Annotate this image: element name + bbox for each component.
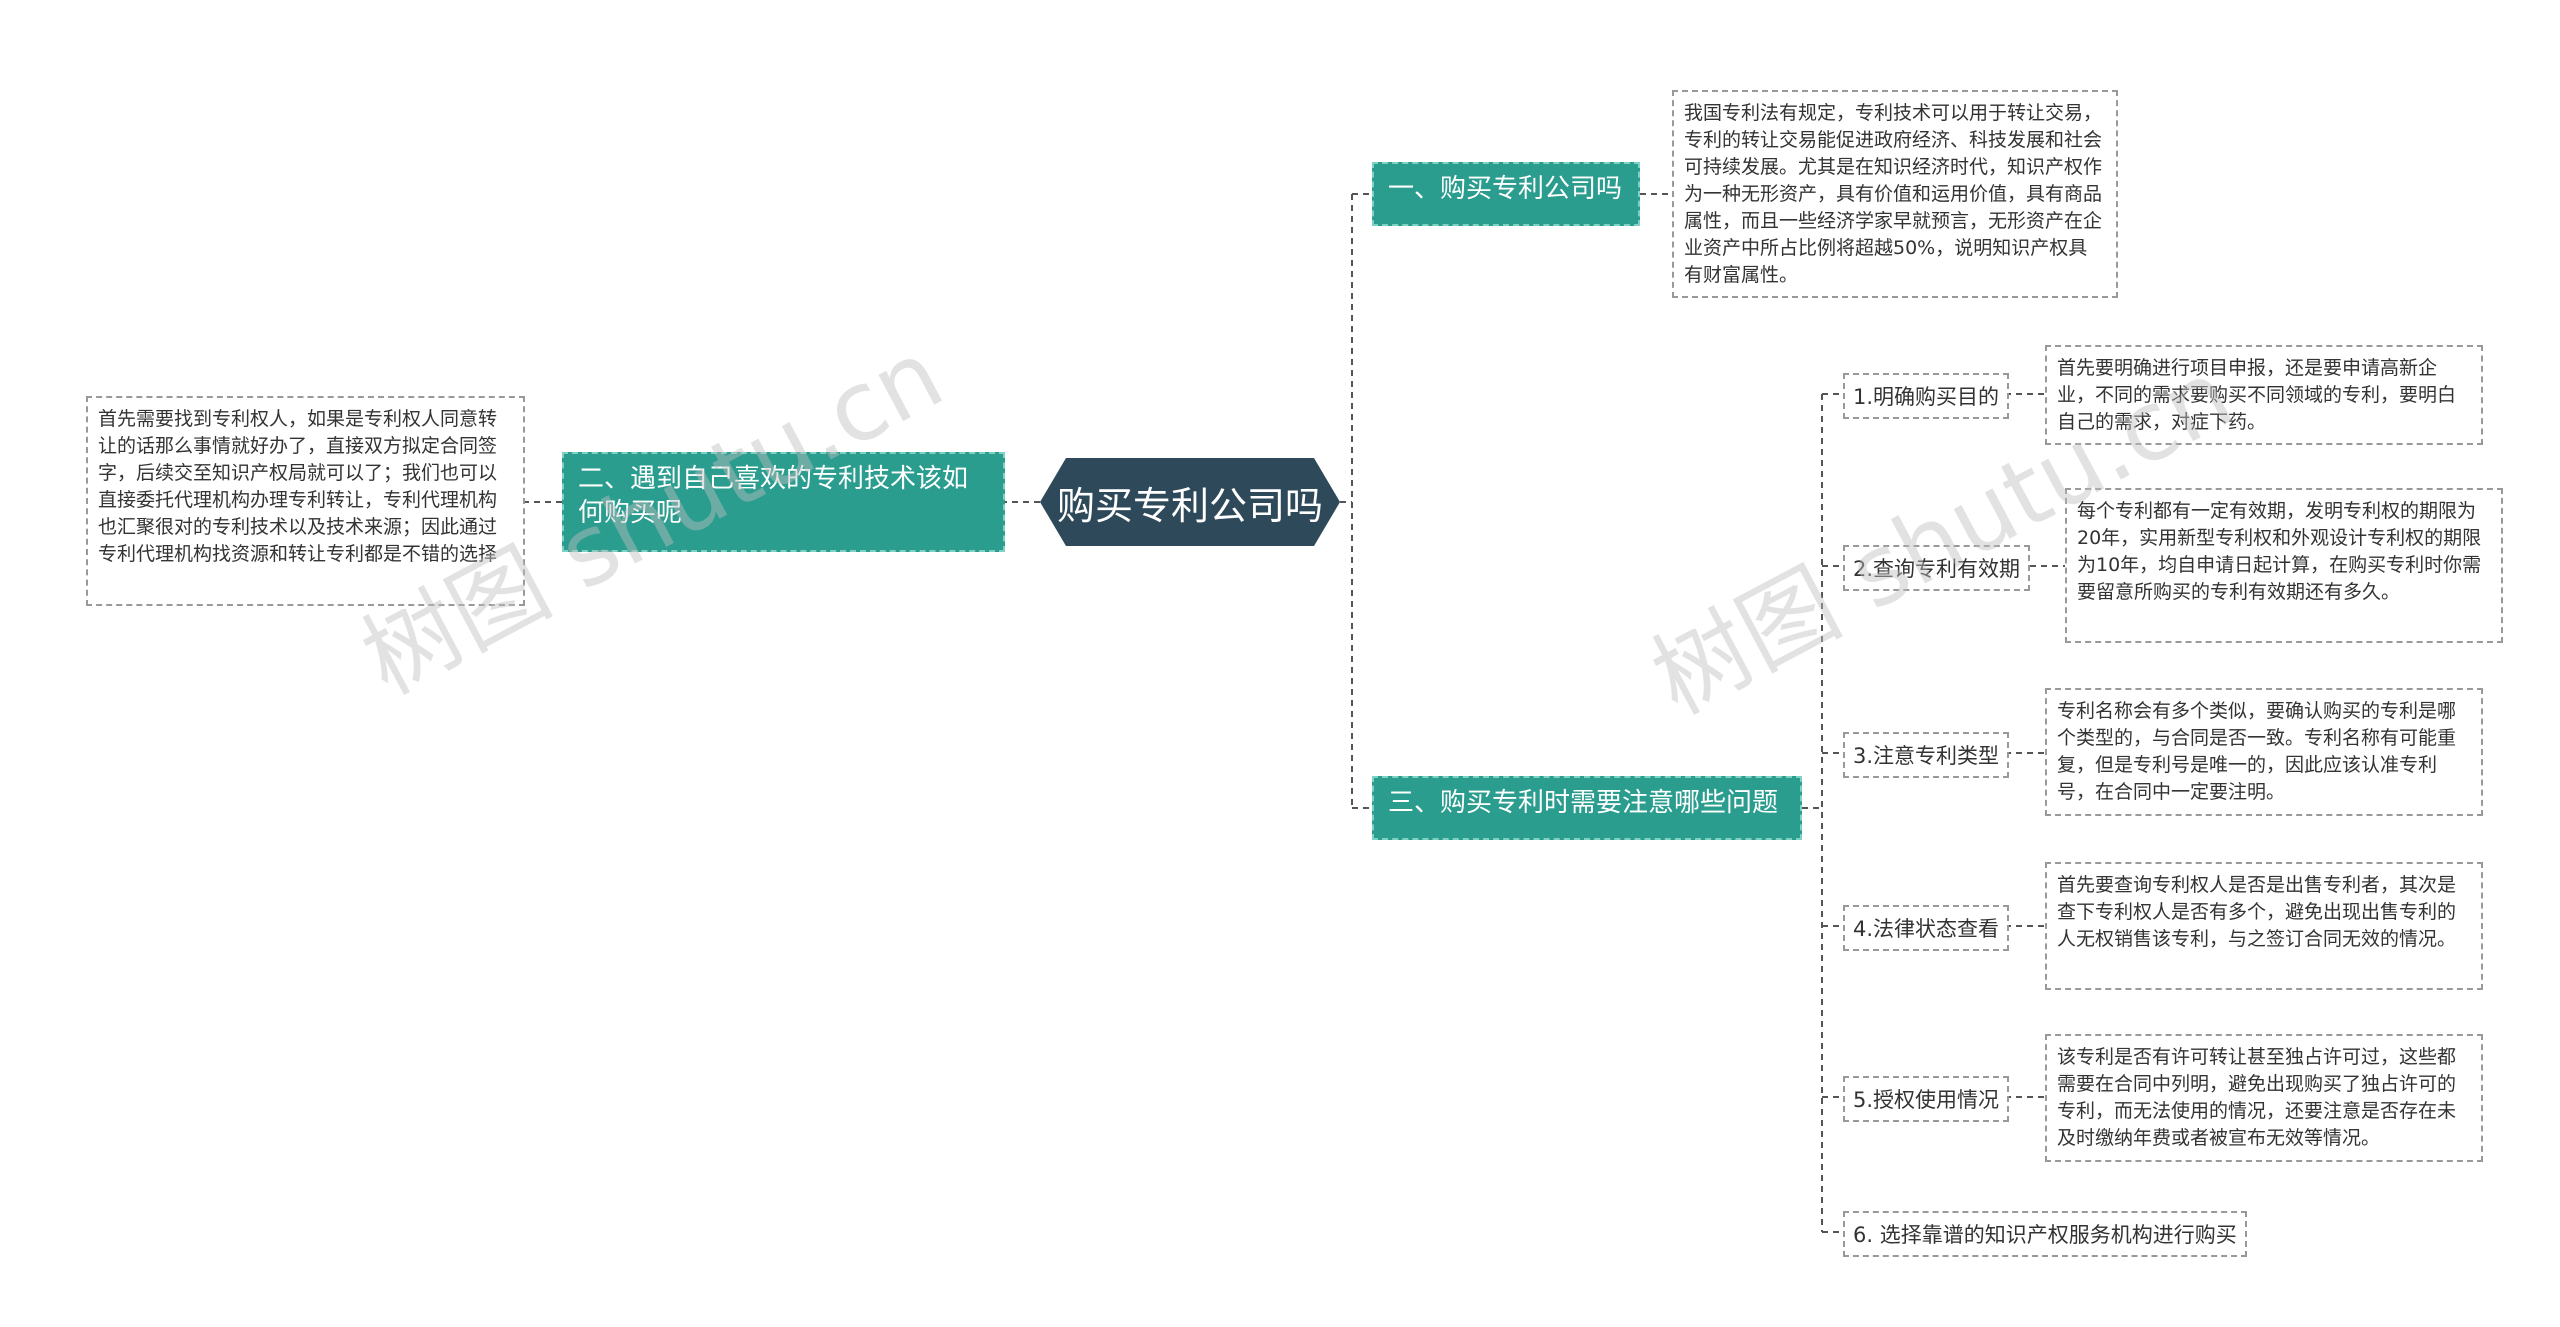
sub-item-purpose-label: 1.明确购买目的 [1853, 385, 2000, 409]
branch-purchase-precautions[interactable]: 三、购买专利时需要注意哪些问题 [1372, 776, 1802, 840]
mindmap-canvas: 购买专利公司吗 二、遇到自己喜欢的专利技术该如何购买呢 首先需要找到专利权人，如… [0, 0, 2560, 1327]
sub-item-validity-label: 2.查询专利有效期 [1853, 557, 2021, 581]
detail-purpose-text: 首先要明确进行项目申报，还是要申请高新企业，不同的需求要购买不同领域的专利，要明… [2057, 357, 2457, 433]
detail-license: 该专利是否有许可转让甚至独占许可过，这些都需要在合同中列明，避免出现购买了独占许… [2045, 1034, 2483, 1162]
detail-how-to-buy: 首先需要找到专利权人，如果是专利权人同意转让的话那么事情就好办了，直接双方拟定合… [86, 396, 525, 606]
detail-legal-status: 首先要查询专利权人是否是出售专利者，其次是查下专利权人是否有多个，避免出现出售专… [2045, 862, 2483, 990]
branch-purchase-precautions-label: 三、购买专利时需要注意哪些问题 [1388, 788, 1779, 818]
branch-buy-patent-company-label: 一、购买专利公司吗 [1388, 174, 1623, 204]
sub-item-agency[interactable]: 6. 选择靠谱的知识产权服务机构进行购买 [1843, 1211, 2247, 1257]
sub-item-validity[interactable]: 2.查询专利有效期 [1843, 545, 2031, 591]
sub-item-license[interactable]: 5.授权使用情况 [1843, 1076, 2010, 1122]
detail-how-to-buy-text: 首先需要找到专利权人，如果是专利权人同意转让的话那么事情就好办了，直接双方拟定合… [98, 408, 498, 565]
sub-item-legal-status[interactable]: 4.法律状态查看 [1843, 905, 2010, 951]
sub-item-legal-status-label: 4.法律状态查看 [1853, 917, 2000, 941]
sub-item-agency-label: 6. 选择靠谱的知识产权服务机构进行购买 [1853, 1223, 2237, 1247]
sub-item-purpose[interactable]: 1.明确购买目的 [1843, 373, 2010, 419]
branch-how-to-buy[interactable]: 二、遇到自己喜欢的专利技术该如何购买呢 [562, 452, 1005, 552]
detail-validity-text: 每个专利都有一定有效期，发明专利权的期限为20年，实用新型专利权和外观设计专利权… [2077, 500, 2482, 603]
detail-validity: 每个专利都有一定有效期，发明专利权的期限为20年，实用新型专利权和外观设计专利权… [2065, 488, 2503, 643]
sub-item-license-label: 5.授权使用情况 [1853, 1088, 2000, 1112]
sub-item-type[interactable]: 3.注意专利类型 [1843, 732, 2010, 778]
branch-buy-patent-company[interactable]: 一、购买专利公司吗 [1372, 162, 1640, 226]
detail-purpose: 首先要明确进行项目申报，还是要申请高新企业，不同的需求要购买不同领域的专利，要明… [2045, 345, 2483, 445]
detail-license-text: 该专利是否有许可转让甚至独占许可过，这些都需要在合同中列明，避免出现购买了独占许… [2057, 1046, 2457, 1149]
sub-item-type-label: 3.注意专利类型 [1853, 744, 2000, 768]
detail-type-text: 专利名称会有多个类似，要确认购买的专利是哪个类型的，与合同是否一致。专利名称有可… [2057, 700, 2457, 803]
detail-buy-patent-company-text: 我国专利法有规定，专利技术可以用于转让交易，专利的转让交易能促进政府经济、科技发… [1684, 102, 2103, 286]
detail-type: 专利名称会有多个类似，要确认购买的专利是哪个类型的，与合同是否一致。专利名称有可… [2045, 688, 2483, 816]
root-topic[interactable]: 购买专利公司吗 [1040, 458, 1340, 546]
root-topic-label: 购买专利公司吗 [1056, 483, 1323, 528]
detail-legal-status-text: 首先要查询专利权人是否是出售专利者，其次是查下专利权人是否有多个，避免出现出售专… [2057, 874, 2457, 950]
branch-how-to-buy-label: 二、遇到自己喜欢的专利技术该如何购买呢 [578, 464, 969, 528]
detail-buy-patent-company: 我国专利法有规定，专利技术可以用于转让交易，专利的转让交易能促进政府经济、科技发… [1672, 90, 2118, 298]
